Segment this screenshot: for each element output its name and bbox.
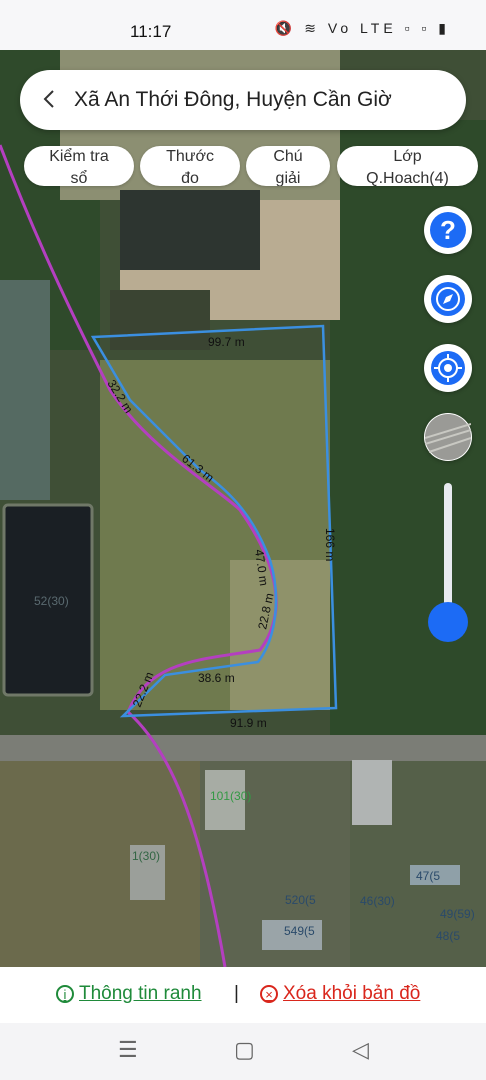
info-label: Thông tin ranh — [79, 983, 202, 1004]
parcel-label: 48(5 — [436, 929, 460, 943]
layers-icon — [425, 414, 471, 460]
parcel-label: 52(30) — [34, 594, 69, 608]
back-icon[interactable]: ◁ — [352, 1037, 369, 1063]
label-inner-bottom: 38.6 m — [198, 671, 235, 685]
chip-line1: Thước — [166, 148, 214, 165]
chip-line2: đo — [181, 170, 199, 186]
close-icon: × — [260, 985, 278, 1003]
my-location-icon — [431, 351, 465, 385]
map-canvas: 99.7 m 32.2 m 61.3 m 47.0 m 22.8 m 38.6 … — [0, 50, 486, 967]
parcel-label: 549(5 — [284, 924, 315, 938]
chip-line2: Q.Hoach(4) — [366, 170, 449, 186]
back-arrow-icon[interactable] — [38, 87, 62, 111]
info-icon: i — [56, 985, 74, 1003]
parcel-label: 101(30) — [210, 789, 251, 803]
delete-label: Xóa khỏi bản đồ — [283, 983, 421, 1004]
legend-button[interactable]: Chú giải — [246, 146, 330, 186]
chip-line2: sổ — [70, 170, 88, 186]
help-icon: ? — [430, 212, 466, 248]
zoom-slider-knob[interactable] — [428, 602, 468, 642]
check-book-button[interactable]: Kiểm tra sổ — [24, 146, 134, 186]
boundary-info-link[interactable]: i Thông tin ranh — [56, 983, 202, 1005]
remove-from-map-link[interactable]: × Xóa khỏi bản đồ — [260, 983, 420, 1005]
label-right-edge: 166 m — [323, 528, 337, 561]
parcel-label: 520(5 — [285, 893, 316, 907]
chip-line1: Chú — [273, 148, 303, 165]
layers-button[interactable] — [424, 413, 472, 461]
parcel-label: 46(30) — [360, 894, 395, 908]
compass-icon — [431, 282, 465, 316]
system-nav-bar: ☰ ▢ ◁ — [0, 1023, 486, 1080]
parcel-label: 47(5 — [416, 869, 440, 883]
planning-layer-button[interactable]: Lớp Q.Hoach(4) — [337, 146, 478, 186]
parcel-label: 49(59) — [440, 907, 475, 921]
status-bar: 11:17 🔇 ≋ Vo LTE ▫ ▫ ▮ — [0, 0, 486, 50]
status-time: 11:17 — [130, 22, 172, 41]
location-title: Xã An Thới Đông, Huyện Cần Giờ — [74, 88, 392, 111]
measure-button[interactable]: Thước đo — [140, 146, 240, 186]
home-icon[interactable]: ▢ — [234, 1037, 255, 1063]
chip-line1: Kiểm tra — [49, 148, 109, 165]
search-bar[interactable]: Xã An Thới Đông, Huyện Cần Giờ — [20, 70, 466, 130]
label-bottom-edge: 91.9 m — [230, 716, 267, 730]
status-icons: 🔇 ≋ Vo LTE ▫ ▫ ▮ — [274, 20, 450, 36]
label-top-edge: 99.7 m — [208, 335, 245, 349]
satellite-map[interactable]: 99.7 m 32.2 m 61.3 m 47.0 m 22.8 m 38.6 … — [0, 50, 486, 967]
my-location-button[interactable] — [424, 344, 472, 392]
parcel-label: 1(30) — [132, 849, 160, 863]
help-button[interactable]: ? — [424, 206, 472, 254]
bottom-action-bar: i Thông tin ranh | × Xóa khỏi bản đồ — [0, 967, 486, 1023]
chip-line2: giải — [275, 170, 301, 186]
recents-icon[interactable]: ☰ — [118, 1037, 138, 1063]
compass-button[interactable] — [424, 275, 472, 323]
chip-line1: Lớp — [393, 148, 422, 165]
separator: | — [234, 983, 239, 1004]
